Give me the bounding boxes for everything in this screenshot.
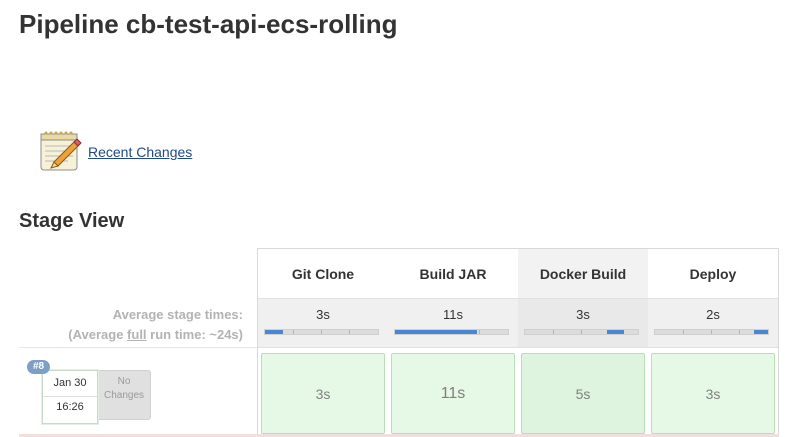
average-run-suffix: run time: ~24s) [146,327,243,342]
page-title: Pipeline cb-test-api-ecs-rolling [19,9,398,39]
progress-tick [349,330,350,334]
row-divider [19,347,257,348]
build-date: Jan 30 [53,377,87,389]
stage-view-title: Stage View [19,210,125,232]
stage-average-git-clone: 3s [258,298,388,348]
progress-tick [683,330,684,334]
no-changes-line1: No [117,376,131,387]
average-times-label: Average stage times: (Average full run t… [68,305,243,345]
build-time: 16:26 [56,401,84,413]
stage-view-left-column: Average stage times: (Average full run t… [19,248,257,437]
recent-changes-link[interactable]: Recent Changes [88,144,192,160]
average-stage-times-text: Average stage times: [112,307,243,322]
stage-cell-git-clone[interactable]: 3s [261,353,385,434]
progress-tick [321,330,322,334]
stage-column-docker-build: Docker Build 3s 5s [518,249,648,437]
stage-average-build-jar: 11s [388,298,518,348]
progress-tick [479,330,480,334]
full-run-link[interactable]: full [127,327,147,342]
stage-column-deploy: Deploy 2s 3s [648,249,778,437]
stage-view: Average stage times: (Average full run t… [19,248,779,437]
stage-average-time: 2s [706,307,720,322]
stage-average-progress [524,329,639,335]
build-number-badge[interactable]: #8 [27,360,51,374]
progress-fill [265,330,283,334]
progress-tick [293,330,294,334]
stage-table: Git Clone 3s 3s Build JAR 11s 11s Docker… [257,248,779,437]
notepad-pencil-icon [38,128,82,174]
stage-column-build-jar: Build JAR 11s 11s [388,249,518,437]
average-run-time-text: (Average full run time: ~24s) [68,325,243,345]
stage-header-build-jar[interactable]: Build JAR [388,249,518,298]
stage-average-deploy: 2s [648,298,778,348]
average-run-prefix: (Average [68,327,128,342]
stage-header-docker-build[interactable]: Docker Build [518,249,648,298]
stage-average-progress [394,329,509,335]
stage-average-time: 3s [576,307,590,322]
stage-column-git-clone: Git Clone 3s 3s [258,249,388,437]
progress-fill [754,330,768,334]
stage-average-docker-build: 3s [518,298,648,348]
no-changes-line2: Changes [103,390,145,401]
stage-cell-deploy[interactable]: 3s [651,353,775,434]
stage-average-progress [654,329,769,335]
progress-tick [739,330,740,334]
progress-fill [607,330,624,334]
build-date-box[interactable]: Jan 30 16:26 [42,370,98,424]
stage-average-time: 3s [316,307,330,322]
build-changes[interactable]: No Changes [97,370,151,420]
progress-tick [581,330,582,334]
stage-average-progress [264,329,379,335]
progress-tick [553,330,554,334]
build-date-separator [43,396,97,397]
stage-header-git-clone[interactable]: Git Clone [258,249,388,298]
page: Pipeline cb-test-api-ecs-rolling Recent … [0,0,788,437]
progress-fill [395,330,477,334]
progress-tick [711,330,712,334]
stage-average-time: 11s [443,307,463,322]
stage-cell-docker-build[interactable]: 5s [521,353,645,434]
recent-changes: Recent Changes [38,128,192,174]
stage-header-deploy[interactable]: Deploy [648,249,778,298]
stage-cell-build-jar[interactable]: 11s [391,353,515,434]
